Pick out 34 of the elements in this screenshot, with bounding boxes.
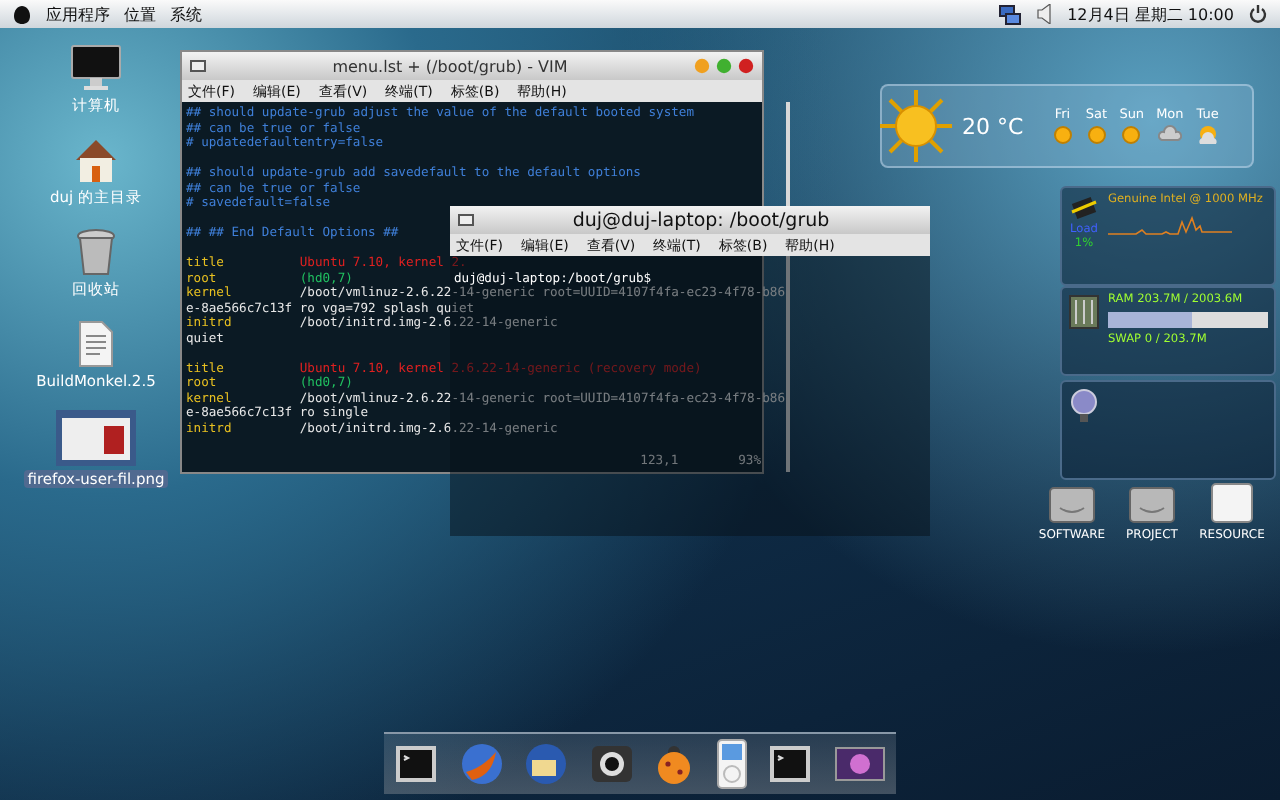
panel-menu[interactable]: 系统 — [170, 3, 202, 25]
panel-menu[interactable]: 应用程序 — [46, 3, 110, 25]
window-menu-icon[interactable] — [458, 214, 474, 226]
temperature: 20 °C — [962, 113, 1024, 139]
window-menu-icon[interactable] — [190, 60, 206, 72]
screenshot-thumbnail-icon[interactable] — [55, 410, 136, 466]
panel-menu[interactable]: 位置 — [124, 3, 156, 25]
ladybug-icon[interactable] — [654, 742, 695, 786]
cloud-icon — [1157, 124, 1182, 144]
sun-cloud-icon — [1195, 124, 1220, 146]
clock[interactable]: 12月4日 星期二 10:00 — [1067, 3, 1234, 25]
window-title: menu.lst + (/boot/grub) - VIM — [330, 57, 570, 75]
close-icon[interactable] — [738, 58, 754, 74]
webcam-icon[interactable] — [589, 744, 634, 784]
music-player-icon[interactable] — [715, 738, 748, 790]
sun-icon — [1120, 124, 1143, 146]
monitor-icon[interactable] — [70, 44, 122, 92]
globe-icon — [1068, 388, 1100, 424]
terminal-icon[interactable] — [768, 744, 813, 784]
power-icon[interactable] — [1248, 4, 1268, 24]
sun-icon — [1085, 124, 1108, 146]
sun-icon — [1051, 124, 1074, 146]
document-icon[interactable] — [77, 320, 114, 368]
speaker-icon[interactable] — [1035, 4, 1054, 24]
network-icon[interactable] — [997, 3, 1022, 25]
house-icon[interactable] — [71, 136, 120, 184]
desktop-screen-icon[interactable] — [833, 744, 886, 784]
memory-chip-icon — [1068, 294, 1100, 330]
cpu-load-graph — [1108, 212, 1232, 236]
trash-icon[interactable] — [76, 228, 116, 276]
sun-icon — [878, 88, 954, 164]
removable-drive-icon[interactable] — [1208, 480, 1256, 524]
window-title: duj@duj-laptop: /boot/grub — [570, 209, 832, 231]
terminal-icon[interactable] — [394, 744, 439, 784]
